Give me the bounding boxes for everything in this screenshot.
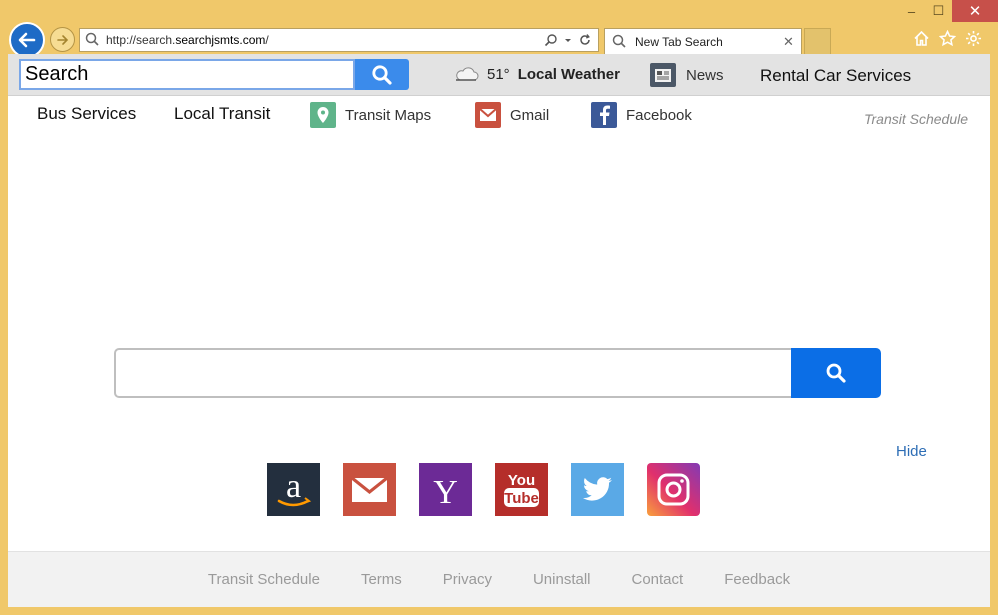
search-icon [612, 34, 626, 48]
news-link[interactable]: News [650, 63, 724, 87]
news-label: News [686, 66, 724, 84]
svg-text:a: a [286, 468, 301, 505]
toolbar-search-button[interactable] [355, 59, 409, 90]
arrow-left-icon [18, 32, 36, 48]
main-search-box [114, 348, 881, 398]
new-tab-button[interactable] [804, 28, 831, 55]
mail-icon [475, 102, 501, 128]
bus-services-link[interactable]: Bus Services [37, 104, 136, 124]
page-icon [85, 32, 99, 46]
refresh-icon[interactable] [578, 33, 592, 47]
hide-shortcuts-link[interactable]: Hide [896, 443, 927, 460]
facebook-icon [591, 102, 617, 128]
footer-link-transit-schedule[interactable]: Transit Schedule [208, 571, 320, 588]
browser-frame: – ☐ ✕ http://search.searchjsmts.com/ New… [0, 0, 998, 615]
search-icon[interactable] [544, 33, 558, 47]
dropdown-icon[interactable] [564, 33, 572, 47]
footer-link-contact[interactable]: Contact [632, 571, 684, 588]
window-controls: – ☐ ✕ [898, 0, 998, 22]
url-suffix: / [265, 33, 269, 47]
url-prefix: http://search. [106, 33, 176, 47]
shortcut-tiles: a Y You Tube [267, 463, 700, 516]
transit-maps-label: Transit Maps [345, 106, 432, 124]
gmail-label: Gmail [510, 106, 550, 124]
svg-text:Y: Y [433, 474, 458, 511]
back-button[interactable] [9, 22, 45, 58]
gmail-icon[interactable] [343, 463, 396, 516]
newspaper-icon [650, 63, 676, 87]
close-tab-icon[interactable]: ✕ [783, 34, 801, 50]
map-pin-icon [310, 102, 336, 128]
main-search-input[interactable] [114, 348, 791, 398]
search-icon [372, 64, 392, 85]
weather-label: Local Weather [517, 66, 620, 83]
quick-links-bar: Bus Services Local Transit Transit Maps … [8, 96, 990, 136]
address-bar[interactable]: http://search.searchjsmts.com/ [79, 28, 599, 52]
footer-link-privacy[interactable]: Privacy [443, 571, 492, 588]
url-domain: searchjsmts.com [175, 33, 266, 47]
yahoo-icon[interactable]: Y [419, 463, 472, 516]
transit-schedule-link[interactable]: Transit Schedule [864, 111, 968, 127]
facebook-link[interactable]: Facebook [591, 102, 692, 128]
tab-new-tab-search[interactable]: New Tab Search ✕ [604, 28, 802, 55]
address-tools [544, 33, 598, 47]
svg-text:Tube: Tube [504, 490, 539, 507]
amazon-icon[interactable]: a [267, 463, 320, 516]
footer-link-uninstall[interactable]: Uninstall [533, 571, 591, 588]
arrow-right-icon [56, 34, 68, 45]
footer-link-feedback[interactable]: Feedback [724, 571, 790, 588]
browser-toolbar-icons [912, 29, 982, 47]
footer-link-terms[interactable]: Terms [361, 571, 402, 588]
rental-car-link[interactable]: Rental Car Services [760, 66, 911, 86]
twitter-icon[interactable] [571, 463, 624, 516]
svg-text:You: You [508, 472, 535, 489]
page-content: Search 51° Local Weather News Rental Car… [8, 54, 990, 607]
transit-maps-link[interactable]: Transit Maps [310, 102, 431, 128]
favorites-star-icon[interactable] [938, 29, 956, 47]
page-footer: Transit Schedule Terms Privacy Uninstall… [8, 551, 990, 607]
facebook-label: Facebook [626, 106, 692, 124]
weather-temperature: 51° [487, 66, 510, 83]
minimize-button[interactable]: – [898, 0, 925, 22]
close-window-button[interactable]: ✕ [952, 0, 998, 22]
weather-widget[interactable]: 51° Local Weather [453, 66, 620, 83]
toolbar-search-input[interactable]: Search [19, 59, 355, 90]
address-url[interactable]: http://search.searchjsmts.com/ [102, 33, 544, 47]
forward-button[interactable] [50, 27, 75, 52]
youtube-icon[interactable]: You Tube [495, 463, 548, 516]
cloud-icon [456, 66, 479, 81]
home-icon[interactable] [912, 29, 930, 47]
main-search-button[interactable] [791, 348, 881, 398]
settings-gear-icon[interactable] [964, 29, 982, 47]
search-icon [826, 363, 846, 383]
local-transit-link[interactable]: Local Transit [174, 104, 270, 124]
gmail-link[interactable]: Gmail [475, 102, 549, 128]
maximize-button[interactable]: ☐ [925, 0, 952, 22]
instagram-icon[interactable] [647, 463, 700, 516]
search-toolbar: Search 51° Local Weather News Rental Car… [8, 54, 990, 96]
tab-title: New Tab Search [635, 35, 723, 49]
